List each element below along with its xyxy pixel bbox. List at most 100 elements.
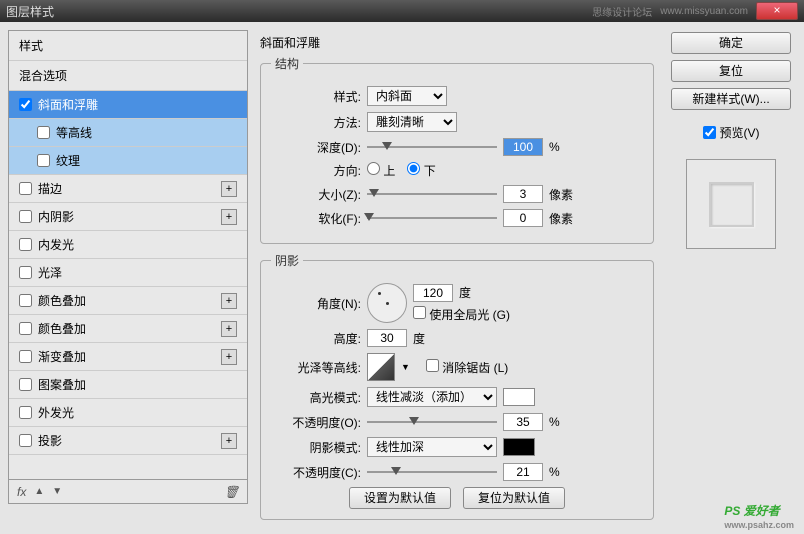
style-checkbox[interactable] [19, 238, 32, 251]
panel-title: 斜面和浮雕 [260, 34, 654, 51]
style-label: 描边 [38, 180, 62, 197]
shadow-opacity-slider[interactable] [367, 465, 497, 479]
style-label: 斜面和浮雕 [38, 96, 98, 113]
style-checkbox[interactable] [19, 434, 32, 447]
altitude-input[interactable] [367, 329, 407, 347]
set-default-button[interactable]: 设置为默认值 [349, 487, 451, 509]
style-checkbox[interactable] [19, 406, 32, 419]
style-label: 颜色叠加 [38, 320, 86, 337]
plus-icon[interactable]: + [221, 209, 237, 225]
reset-button[interactable]: 复位 [671, 60, 791, 82]
fx-icon[interactable]: fx [17, 485, 26, 499]
direction-up[interactable]: 上 [367, 162, 395, 179]
depth-slider[interactable] [367, 140, 497, 154]
style-row[interactable]: 内阴影+ [9, 203, 247, 231]
plus-icon[interactable]: + [221, 433, 237, 449]
styles-footer: fx ▲ ▼ 🗑 [9, 479, 247, 503]
global-light-check[interactable]: 使用全局光 (G) [413, 308, 510, 322]
style-row[interactable]: 光泽 [9, 259, 247, 287]
trash-icon[interactable]: 🗑 [224, 485, 239, 499]
plus-icon[interactable]: + [221, 181, 237, 197]
styles-panel: 样式 混合选项 斜面和浮雕等高线纹理描边+内阴影+内发光光泽颜色叠加+颜色叠加+… [8, 30, 248, 504]
style-row[interactable]: 投影+ [9, 427, 247, 455]
highlight-mode-label: 高光模式: [271, 389, 361, 406]
style-label: 光泽 [38, 264, 62, 281]
highlight-opacity-label: 不透明度(O): [271, 414, 361, 431]
soften-input[interactable] [503, 209, 543, 227]
style-checkbox[interactable] [19, 294, 32, 307]
method-select[interactable]: 雕刻清晰 [367, 112, 457, 132]
style-row[interactable]: 纹理 [9, 147, 247, 175]
style-checkbox[interactable] [19, 322, 32, 335]
style-row[interactable]: 等高线 [9, 119, 247, 147]
highlight-opacity-input[interactable] [503, 413, 543, 431]
styles-header[interactable]: 样式 [9, 31, 247, 61]
settings-panel: 斜面和浮雕 结构 样式: 内斜面 方法: 雕刻清晰 深度(D): % 方向: 上 [256, 30, 658, 504]
style-row[interactable]: 斜面和浮雕 [9, 91, 247, 119]
preview-checkbox[interactable]: 预览(V) [703, 124, 760, 141]
style-checkbox[interactable] [19, 378, 32, 391]
action-panel: 确定 复位 新建样式(W)... 预览(V) [666, 30, 796, 504]
ok-button[interactable]: 确定 [671, 32, 791, 54]
style-checkbox[interactable] [19, 210, 32, 223]
soften-slider[interactable] [367, 211, 497, 225]
depth-input[interactable] [503, 138, 543, 156]
plus-icon[interactable]: + [221, 321, 237, 337]
reset-default-button[interactable]: 复位为默认值 [463, 487, 565, 509]
gloss-contour-swatch[interactable] [367, 353, 395, 381]
arrow-up-icon[interactable]: ▲ [34, 486, 44, 497]
size-label: 大小(Z): [271, 186, 361, 203]
chevron-down-icon[interactable]: ▼ [401, 362, 410, 372]
angle-unit: 度 [459, 284, 471, 301]
style-checkbox[interactable] [37, 154, 50, 167]
structure-group: 结构 样式: 内斜面 方法: 雕刻清晰 深度(D): % 方向: 上 下 [260, 55, 654, 244]
style-row[interactable]: 内发光 [9, 231, 247, 259]
direction-down[interactable]: 下 [407, 162, 435, 179]
close-button[interactable]: × [756, 2, 798, 20]
shadow-opacity-label: 不透明度(C): [271, 464, 361, 481]
direction-label: 方向: [271, 162, 361, 179]
new-style-button[interactable]: 新建样式(W)... [671, 88, 791, 110]
shading-group: 阴影 角度(N): 度 使用全局光 (G) 高度: 度 [260, 252, 654, 520]
style-label: 等高线 [56, 124, 92, 141]
antialias-check[interactable]: 消除锯齿 (L) [426, 359, 508, 376]
style-row[interactable]: 外发光 [9, 399, 247, 427]
shadow-opacity-input[interactable] [503, 463, 543, 481]
highlight-color-swatch[interactable] [503, 388, 535, 406]
shadow-color-swatch[interactable] [503, 438, 535, 456]
window-title: 图层样式 [6, 3, 54, 20]
style-label: 渐变叠加 [38, 348, 86, 365]
style-checkbox[interactable] [19, 182, 32, 195]
size-input[interactable] [503, 185, 543, 203]
style-row[interactable]: 图案叠加 [9, 371, 247, 399]
arrow-down-icon[interactable]: ▼ [52, 486, 62, 497]
style-checkbox[interactable] [19, 98, 32, 111]
size-slider[interactable] [367, 187, 497, 201]
highlight-mode-select[interactable]: 线性减淡（添加） [367, 387, 497, 407]
style-label: 样式: [271, 88, 361, 105]
angle-input[interactable] [413, 284, 453, 302]
style-row[interactable]: 颜色叠加 + [9, 315, 247, 343]
preview-swatch [709, 182, 754, 227]
method-label: 方法: [271, 114, 361, 131]
style-row[interactable]: 描边 + [9, 175, 247, 203]
shadow-mode-select[interactable]: 线性加深 [367, 437, 497, 457]
style-row[interactable]: 颜色叠加+ [9, 287, 247, 315]
highlight-opacity-slider[interactable] [367, 415, 497, 429]
plus-icon[interactable]: + [221, 349, 237, 365]
blending-options-header[interactable]: 混合选项 [9, 61, 247, 91]
shading-legend: 阴影 [271, 252, 303, 269]
shadow-opacity-unit: % [549, 465, 560, 479]
angle-widget[interactable] [367, 283, 407, 323]
plus-icon[interactable]: + [221, 293, 237, 309]
style-row[interactable]: 渐变叠加 + [9, 343, 247, 371]
style-checkbox[interactable] [37, 126, 50, 139]
style-checkbox[interactable] [19, 350, 32, 363]
preview-box [686, 159, 776, 249]
altitude-unit: 度 [413, 330, 425, 347]
style-checkbox[interactable] [19, 266, 32, 279]
watermark-logo: PS 爱好者 www.psahz.com [724, 502, 794, 530]
style-select[interactable]: 内斜面 [367, 86, 447, 106]
style-label: 内发光 [38, 236, 74, 253]
highlight-opacity-unit: % [549, 415, 560, 429]
